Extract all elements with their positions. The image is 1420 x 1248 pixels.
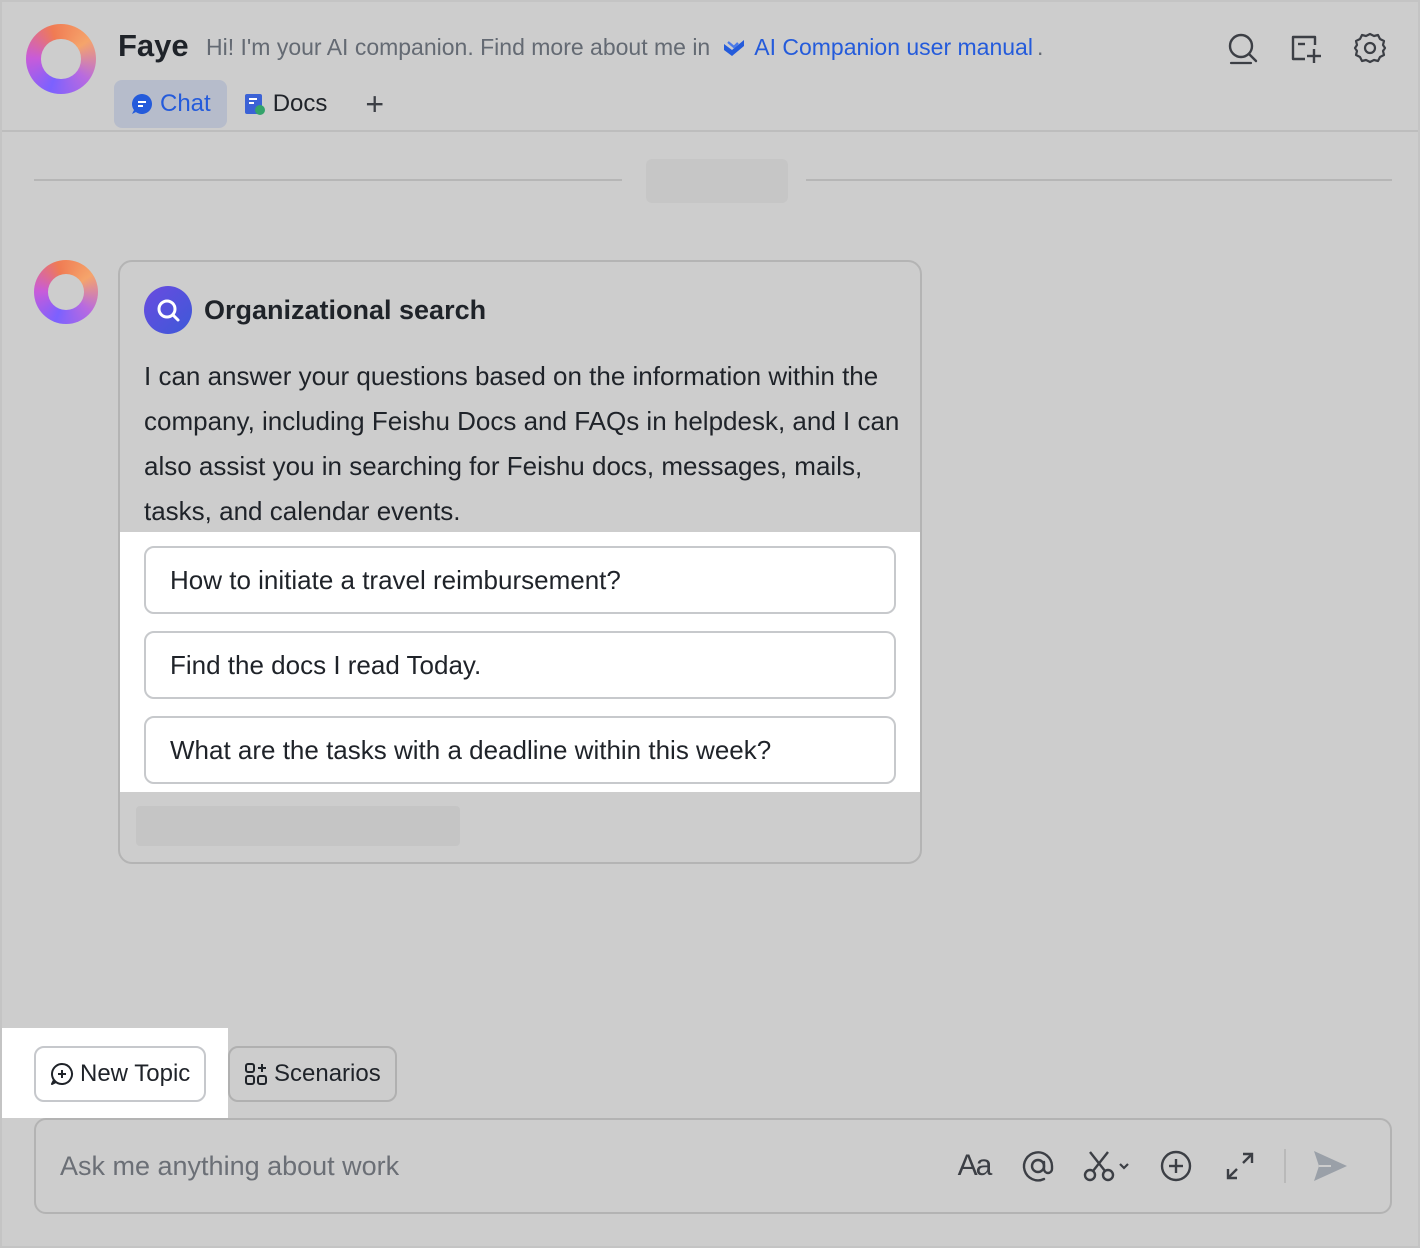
settings-button[interactable] xyxy=(1352,30,1388,66)
tab-docs[interactable]: Docs xyxy=(227,80,344,128)
card-description: I can answer your questions based on the… xyxy=(144,361,900,526)
suggestion-item[interactable]: What are the tasks with a deadline withi… xyxy=(144,716,896,784)
bot-intro: Hi! I'm your AI companion. Find more abo… xyxy=(206,34,1043,61)
send-icon xyxy=(1314,1151,1347,1181)
divider-line-right xyxy=(806,179,1392,181)
divider-line-left xyxy=(34,179,622,181)
screenshot-button[interactable] xyxy=(1082,1146,1132,1186)
ai-companion-window: Faye Hi! I'm your AI companion. Find mor… xyxy=(0,0,1420,1248)
composer-toolbar: Aa xyxy=(954,1146,1350,1186)
tab-bar: Chat Docs + xyxy=(114,80,384,128)
suggestion-list: How to initiate a travel reimbursement? … xyxy=(120,532,920,792)
scenarios-button[interactable]: Scenarios xyxy=(228,1046,397,1102)
new-window-button[interactable] xyxy=(1288,30,1324,66)
at-mention-icon xyxy=(1022,1151,1054,1182)
suggestion-item[interactable]: Find the docs I read Today. xyxy=(144,631,896,699)
manual-book-icon xyxy=(722,38,746,58)
scenarios-label: Scenarios xyxy=(274,1060,381,1087)
chat-bubble-icon xyxy=(132,94,152,114)
message-composer: Aa xyxy=(34,1118,1392,1214)
card-footer-placeholder xyxy=(136,806,460,846)
date-divider xyxy=(646,159,788,203)
expand-composer-button[interactable] xyxy=(1220,1146,1260,1186)
tab-chat-label: Chat xyxy=(160,90,211,117)
new-topic-button[interactable]: New Topic xyxy=(34,1046,207,1102)
expand-icon xyxy=(1226,1152,1254,1180)
message-input[interactable] xyxy=(60,1142,960,1190)
mention-button[interactable] xyxy=(1018,1146,1058,1186)
suggestion-item[interactable]: How to initiate a travel reimbursement? xyxy=(144,546,896,614)
plus-circle-icon xyxy=(1160,1150,1192,1182)
scenarios-grid-icon xyxy=(245,1063,267,1085)
toolbar-separator xyxy=(1284,1149,1286,1183)
card-header: Organizational search xyxy=(144,286,486,334)
new-window-icon xyxy=(1291,35,1321,63)
tab-chat[interactable]: Chat xyxy=(114,80,227,128)
chat-header: Faye Hi! I'm your AI companion. Find mor… xyxy=(2,2,1418,132)
tab-docs-label: Docs xyxy=(272,90,328,117)
add-tab-button[interactable]: + xyxy=(365,86,384,123)
settings-gear-icon xyxy=(1353,32,1387,64)
bot-name: Faye xyxy=(118,28,189,63)
bot-avatar[interactable] xyxy=(26,24,96,94)
card-title: Organizational search xyxy=(204,294,487,325)
text-format-button[interactable]: Aa xyxy=(954,1146,994,1186)
message-avatar[interactable] xyxy=(34,260,98,324)
scissors-icon xyxy=(1083,1151,1129,1182)
intro-text: Hi! I'm your AI companion. Find more abo… xyxy=(206,34,711,60)
docs-icon xyxy=(244,94,265,115)
header-actions xyxy=(1224,30,1388,66)
search-button[interactable] xyxy=(1224,30,1260,66)
organizational-search-card: Organizational search I can answer your … xyxy=(118,260,922,864)
add-attachment-button[interactable] xyxy=(1156,1146,1196,1186)
send-button[interactable] xyxy=(1310,1146,1350,1186)
user-manual-link[interactable]: AI Companion user manual xyxy=(754,34,1033,61)
intro-period: . xyxy=(1036,34,1044,60)
new-topic-label: New Topic xyxy=(80,1060,191,1087)
new-topic-icon xyxy=(51,1063,73,1085)
search-badge-icon xyxy=(144,286,192,334)
search-icon xyxy=(1228,33,1258,65)
